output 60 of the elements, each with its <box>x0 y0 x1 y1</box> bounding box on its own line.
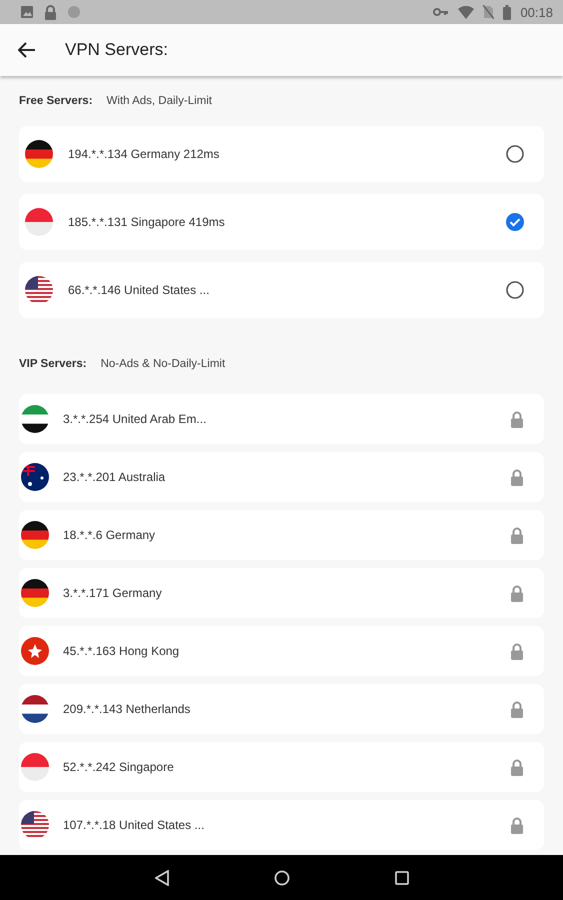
flag-icon <box>21 405 49 433</box>
home-nav-icon[interactable] <box>274 870 290 886</box>
section-title: Free Servers: <box>19 95 93 107</box>
server-item[interactable]: 107.*.*.18 United States ... <box>19 800 544 850</box>
server-item[interactable]: 66.*.*.146 United States ... <box>19 262 544 318</box>
server-label: 52.*.*.242 Singapore <box>63 760 175 774</box>
lock-icon <box>510 468 524 486</box>
flag-icon <box>25 208 53 236</box>
radio-button[interactable] <box>506 145 524 163</box>
flag-icon <box>25 276 53 304</box>
lock-icon <box>510 526 524 544</box>
flag-icon <box>21 579 49 607</box>
image-icon <box>20 5 34 19</box>
flag-icon <box>21 811 49 839</box>
section-subtitle: With Ads, Daily-Limit <box>106 95 212 107</box>
server-label: 23.*.*.201 Australia <box>63 470 166 484</box>
flag-icon <box>21 695 49 723</box>
page-title: VPN Servers: <box>65 40 168 60</box>
radio-button[interactable] <box>506 281 524 299</box>
no-sim-icon <box>483 5 494 19</box>
server-label: 185.*.*.131 Singapore 419ms <box>68 215 226 229</box>
wifi-icon <box>458 6 474 18</box>
server-label: 66.*.*.146 United States ... <box>68 283 210 297</box>
flag-icon <box>21 521 49 549</box>
flag-icon <box>21 637 49 665</box>
flag-icon <box>21 463 49 491</box>
key-icon <box>433 7 450 17</box>
lock-icon <box>510 758 524 776</box>
server-item[interactable]: 3.*.*.254 United Arab Em... <box>19 394 544 444</box>
lock-icon <box>510 410 524 428</box>
server-label: 18.*.*.6 Germany <box>63 528 156 542</box>
server-item[interactable]: 194.*.*.134 Germany 212ms <box>19 126 544 182</box>
server-label: 3.*.*.254 United Arab Em... <box>63 412 208 426</box>
server-item[interactable]: 3.*.*.171 Germany <box>19 568 544 618</box>
server-item[interactable]: 18.*.*.6 Germany <box>19 510 544 560</box>
radio-checked-icon[interactable] <box>506 213 524 231</box>
back-nav-icon[interactable] <box>154 870 168 886</box>
section-subtitle: No-Ads & No-Daily-Limit <box>100 358 226 370</box>
flag-icon <box>21 753 49 781</box>
lock-icon <box>510 816 524 834</box>
recents-nav-icon[interactable] <box>394 870 408 884</box>
server-label: 3.*.*.171 Germany <box>63 586 163 600</box>
lock-icon <box>510 642 524 660</box>
lock-icon <box>510 700 524 718</box>
server-label: 45.*.*.163 Hong Kong <box>63 644 180 658</box>
circle-icon <box>67 5 81 19</box>
server-item[interactable]: 23.*.*.201 Australia <box>19 452 544 502</box>
server-item[interactable]: 45.*.*.163 Hong Kong <box>19 626 544 676</box>
section-title: VIP Servers: <box>19 358 87 370</box>
clock-time: 00:18 <box>520 4 553 20</box>
lock-icon <box>510 584 524 602</box>
server-item[interactable]: 52.*.*.242 Singapore <box>19 742 544 792</box>
battery-icon <box>503 4 512 20</box>
server-label: 107.*.*.18 United States ... <box>63 818 206 832</box>
lock-icon <box>44 4 57 20</box>
server-label: 209.*.*.143 Netherlands <box>63 702 192 716</box>
server-item[interactable]: 185.*.*.131 Singapore 419ms <box>19 194 544 250</box>
server-label: 194.*.*.134 Germany 212ms <box>68 147 220 161</box>
flag-icon <box>25 140 53 168</box>
server-item[interactable]: 209.*.*.143 Netherlands <box>19 684 544 734</box>
